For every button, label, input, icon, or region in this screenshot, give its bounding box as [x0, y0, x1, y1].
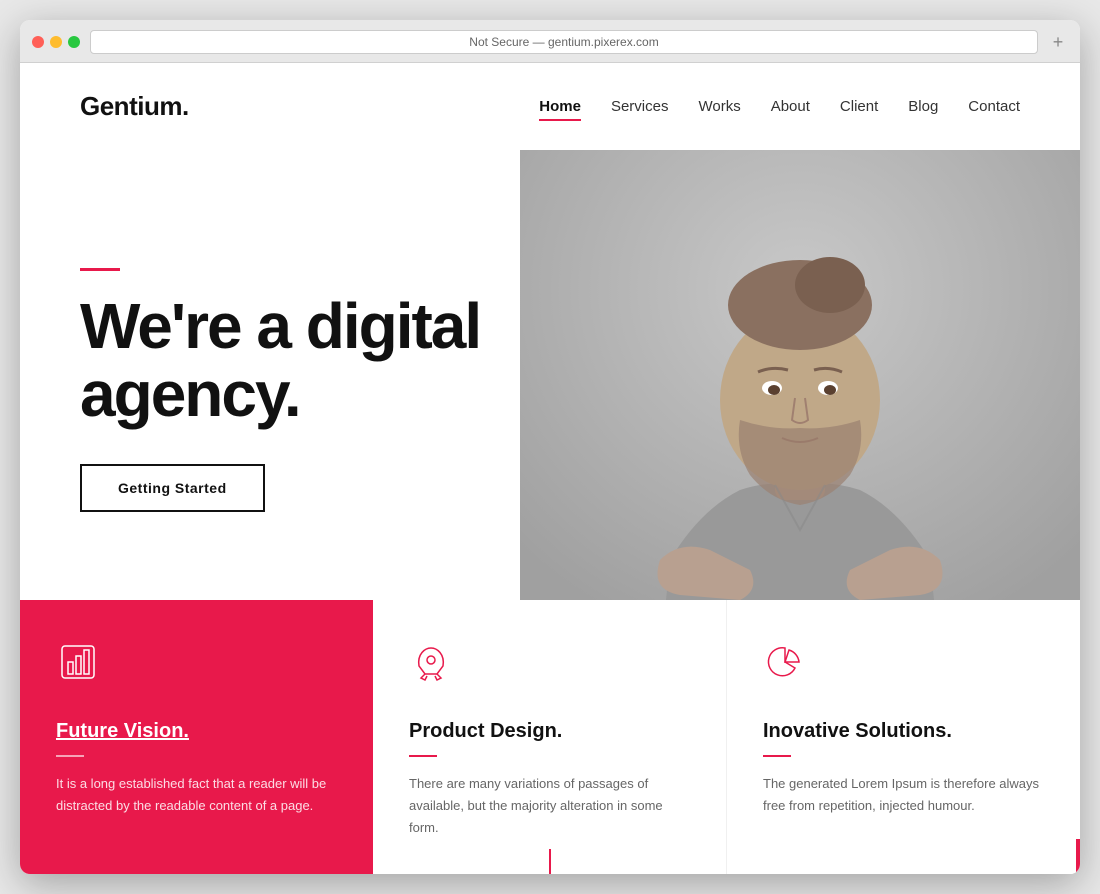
nav-item-works[interactable]: Works	[698, 98, 740, 116]
traffic-lights	[32, 36, 80, 48]
new-tab-button[interactable]: +	[1048, 32, 1068, 52]
hero-portrait	[520, 150, 1080, 610]
nav-link-contact[interactable]: Contact	[968, 98, 1020, 115]
hero-section: We're a digital agency. Getting Started	[20, 150, 1080, 610]
service-title-product-design: Product Design.	[409, 720, 690, 743]
nav-item-home[interactable]: Home	[539, 98, 581, 116]
nav-item-services[interactable]: Services	[611, 98, 669, 116]
nav-item-client[interactable]: Client	[840, 98, 878, 116]
service-text-product-design: There are many variations of passages of…	[409, 773, 690, 839]
hero-title-line2: agency.	[80, 358, 300, 430]
service-text-innovative-solutions: The generated Lorem Ipsum is therefore a…	[763, 773, 1044, 817]
service-accent-1	[56, 755, 84, 757]
service-card-future-vision: Future Vision. It is a long established …	[20, 600, 373, 874]
pie-chart-icon	[763, 640, 813, 690]
rocket-icon	[409, 640, 459, 690]
bar-chart-icon	[56, 640, 106, 690]
nav-link-works[interactable]: Works	[698, 98, 740, 115]
navbar: Gentium. Home Services Works About Clien…	[20, 63, 1080, 150]
browser-window: Not Secure — gentium.pixerex.com + Genti…	[20, 20, 1080, 874]
address-bar[interactable]: Not Secure — gentium.pixerex.com	[90, 30, 1038, 54]
browser-chrome: Not Secure — gentium.pixerex.com +	[20, 20, 1080, 63]
hero-content: We're a digital agency. Getting Started	[80, 248, 480, 511]
service-title-innovative-solutions: Inovative Solutions.	[763, 720, 1044, 743]
services-section: Future Vision. It is a long established …	[20, 600, 1080, 874]
maximize-button[interactable]	[68, 36, 80, 48]
nav-link-services[interactable]: Services	[611, 98, 669, 115]
nav-link-about[interactable]: About	[771, 98, 810, 115]
hero-accent-line	[80, 268, 120, 271]
minimize-button[interactable]	[50, 36, 62, 48]
center-divider	[549, 849, 551, 874]
hero-title: We're a digital agency.	[80, 293, 480, 427]
cta-button[interactable]: Getting Started	[80, 464, 265, 512]
site-logo[interactable]: Gentium.	[80, 91, 189, 122]
nav-link-client[interactable]: Client	[840, 98, 878, 115]
hero-image	[520, 150, 1080, 610]
service-card-innovative-solutions: Inovative Solutions. The generated Lorem…	[727, 600, 1080, 874]
service-title-future-vision: Future Vision.	[56, 720, 337, 743]
service-accent-2	[409, 755, 437, 757]
nav-item-about[interactable]: About	[771, 98, 810, 116]
service-text-future-vision: It is a long established fact that a rea…	[56, 773, 337, 817]
corner-accent-vertical	[1076, 839, 1080, 874]
nav-item-contact[interactable]: Contact	[968, 98, 1020, 116]
service-card-product-design: Product Design. There are many variation…	[373, 600, 727, 874]
close-button[interactable]	[32, 36, 44, 48]
nav-link-blog[interactable]: Blog	[908, 98, 938, 115]
nav-link-home[interactable]: Home	[539, 98, 581, 115]
service-accent-3	[763, 755, 791, 757]
nav-item-blog[interactable]: Blog	[908, 98, 938, 116]
hero-title-line1: We're a digital	[80, 290, 480, 362]
nav-links: Home Services Works About Client Blog	[539, 98, 1020, 116]
website-content: Gentium. Home Services Works About Clien…	[20, 63, 1080, 874]
